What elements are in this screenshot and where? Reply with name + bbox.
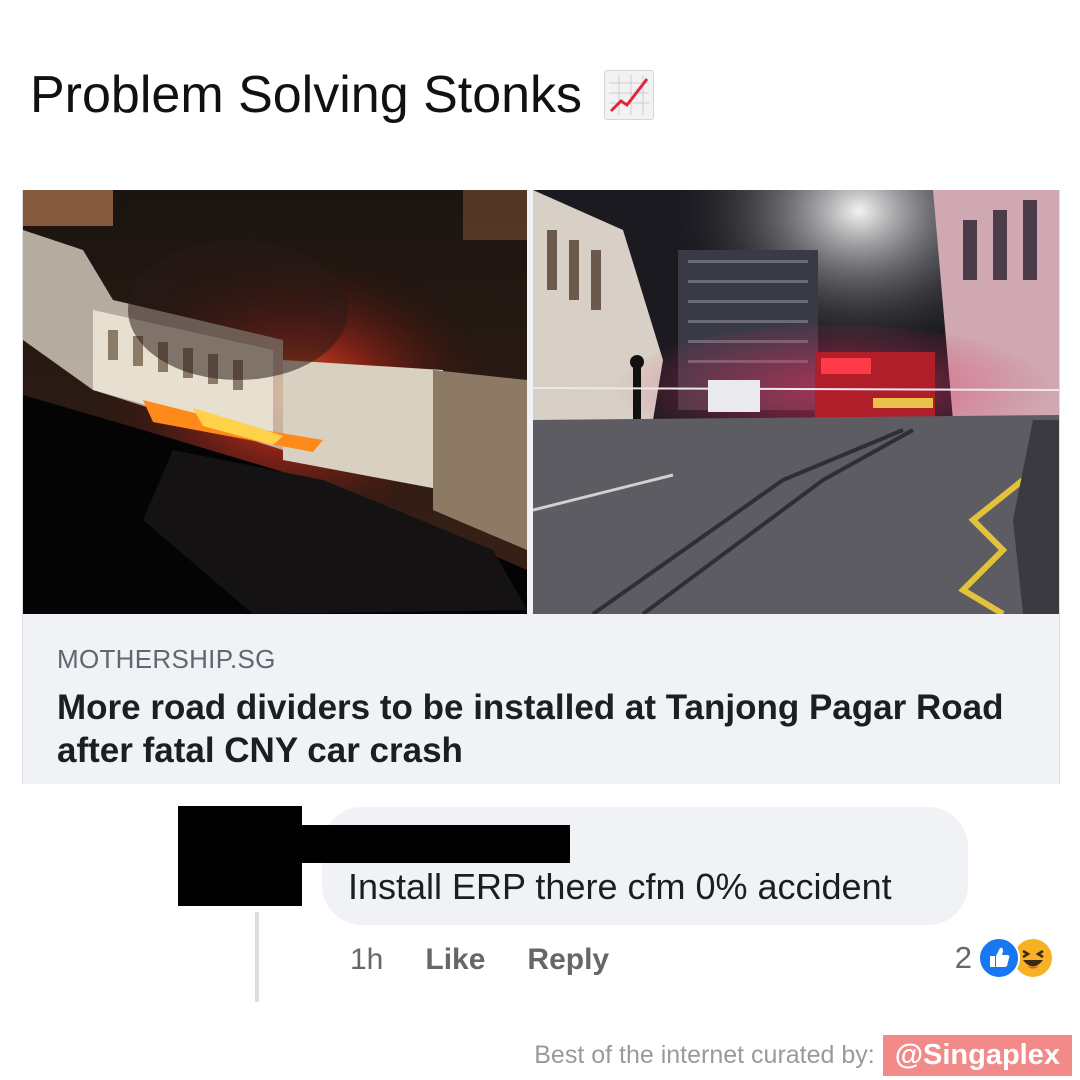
commenter-name-redacted[interactable] [178, 825, 570, 863]
comment-timestamp[interactable]: 1h [350, 943, 383, 977]
thread-line [255, 912, 259, 1002]
comment-actions: 1h Like Reply [350, 938, 609, 982]
link-domain: MOTHERSHIP.SG [57, 644, 276, 674]
reply-button[interactable]: Reply [527, 943, 609, 977]
curated-label: Best of the internet curated by: [534, 1041, 875, 1069]
singaplex-handle[interactable]: @Singaplex [882, 1035, 1072, 1076]
meme-title: Problem Solving Stonks [30, 60, 655, 130]
reaction-summary[interactable]: 2 [955, 934, 1054, 982]
comment-text: Install ERP there cfm 0% accident [348, 866, 892, 907]
credits-footer: Best of the internet curated by: @Singap… [534, 1035, 1072, 1076]
chart-increasing-icon [604, 70, 655, 120]
fire-at-shophouse-photo [23, 190, 527, 614]
like-icon [978, 937, 1020, 979]
meme-title-text: Problem Solving Stonks [30, 66, 583, 124]
link-preview-card[interactable]: MOTHERSHIP.SG More road dividers to be i… [22, 190, 1060, 784]
link-headline[interactable]: More road dividers to be installed at Ta… [57, 686, 1037, 772]
like-button[interactable]: Like [425, 943, 485, 977]
road-crash-scene-photo [533, 190, 1059, 614]
reaction-count: 2 [954, 940, 972, 975]
